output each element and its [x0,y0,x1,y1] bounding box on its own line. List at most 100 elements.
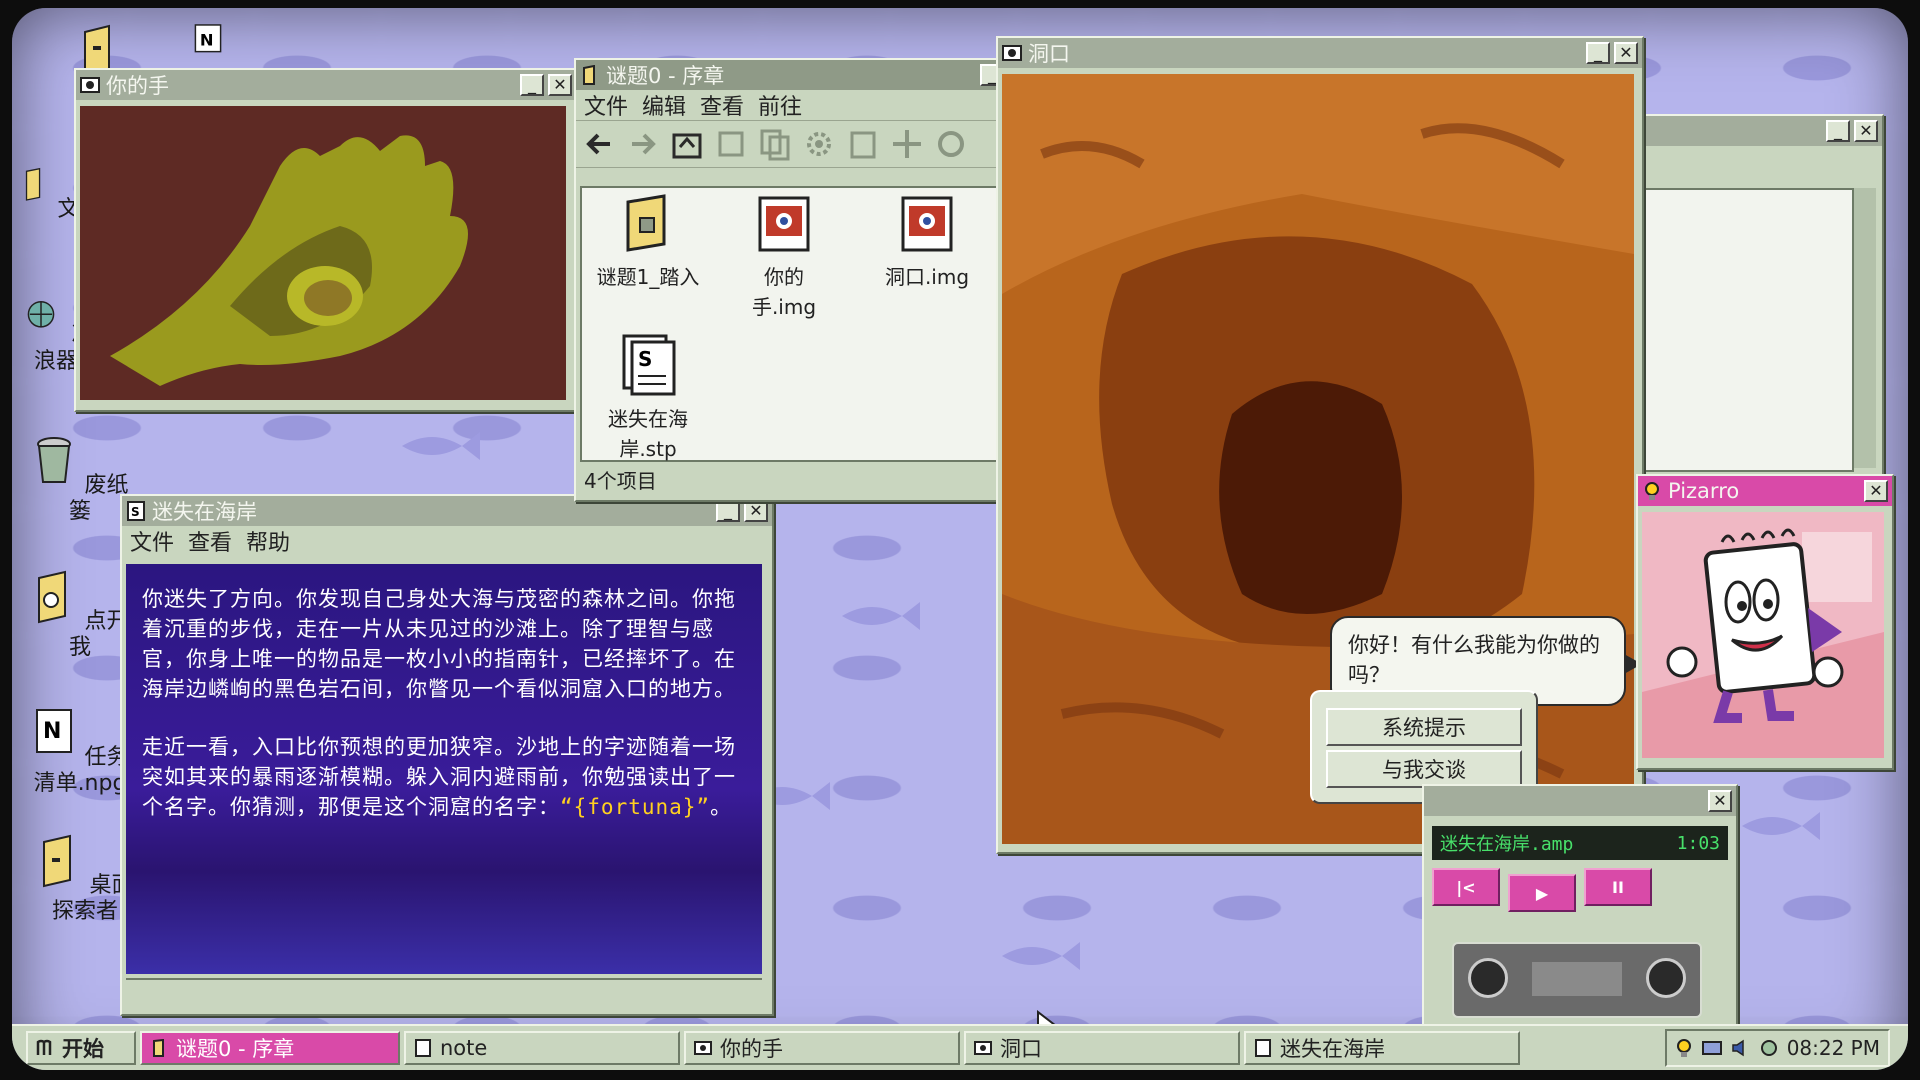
clock: 08:22 PM [1786,1036,1880,1060]
close-button[interactable]: ✕ [1708,790,1732,812]
menu-file[interactable]: 文件 [584,89,628,121]
eye-icon [974,1041,992,1055]
desktop-icon-task-list[interactable]: N 任务清单.npg [30,706,130,797]
eye-icon [1002,45,1022,61]
minimize-button[interactable]: _ [716,500,740,522]
document-icon [26,167,41,201]
task-note[interactable]: note [404,1031,680,1065]
story-file-icon: S [622,334,676,396]
close-button[interactable]: ✕ [548,74,572,96]
eye-icon [694,1041,712,1055]
desktop-icon-click-me[interactable]: 点开我 [30,570,130,661]
task-explorer[interactable]: 谜题0 - 序章 [140,1031,400,1065]
title-bar[interactable]: Pizarro ✕ [1638,476,1892,506]
file-item-story-stp[interactable]: S 迷失在海岸.stp [596,332,700,464]
taskbar: 开始 谜题0 - 序章 note 你的手 洞口 迷失在海岸 08:22 PM [12,1024,1908,1070]
toolbar [576,120,1036,168]
tape-window [1532,962,1622,996]
task-cave[interactable]: 洞口 [964,1031,1240,1065]
story-paragraph-2-end: 。 [710,795,733,819]
fish-wallpaper-icon [842,602,920,630]
lightbulb-icon[interactable] [1675,1038,1693,1058]
talk-to-me-button[interactable]: 与我交谈 [1326,750,1522,788]
blank-content [1644,188,1854,472]
item-count-status: 4个项目 [584,469,657,493]
scrollbar[interactable] [1854,188,1876,468]
hand-window[interactable]: 你的手 _ ✕ [74,68,578,412]
svg-text:N: N [200,31,214,50]
menu-help[interactable]: 帮助 [246,525,290,557]
file-item-hand-img[interactable]: 你的手.img [732,194,836,322]
task-hand[interactable]: 你的手 [684,1031,960,1065]
minimize-button[interactable]: _ [1826,120,1850,142]
track-time: 1:03 [1676,832,1720,854]
task-label: 你的手 [720,1037,783,1061]
tape-reel-left-icon [1468,958,1508,998]
file-item-cave-img[interactable]: 洞口.img [872,194,982,292]
volume-icon[interactable] [1731,1039,1751,1057]
previous-button[interactable]: |< [1432,868,1500,906]
menu-view[interactable]: 查看 [700,89,744,121]
svg-text:S: S [638,347,652,371]
image-file-icon [901,196,953,252]
desktop-icon-trash[interactable]: 废纸篓 [30,434,130,525]
title-bar[interactable]: _ ✕ [1636,116,1882,146]
task-story[interactable]: 迷失在海岸 [1244,1031,1520,1065]
cut-icon[interactable] [712,125,750,163]
blank-window[interactable]: _ ✕ [1634,114,1884,480]
gear-icon[interactable] [800,125,838,163]
title-bar[interactable]: 洞口 _ ✕ [998,38,1642,68]
move-icon[interactable] [888,125,926,163]
story-window[interactable]: S 迷失在海岸 _ ✕ 文件 查看 帮助 你迷失了方向。你发现自己身处大海与茂密… [120,494,774,1016]
start-button[interactable]: 开始 [26,1031,136,1065]
play-button[interactable]: ▶ [1508,874,1576,912]
explorer-window[interactable]: 谜题0 - 序章 _ ✕ 文件 编辑 查看 前往 谜题1_踏入 [574,58,1038,502]
file-name: 迷失在海岸.stp [608,407,688,461]
system-hint-button[interactable]: 系统提示 [1326,708,1522,746]
minimize-button[interactable]: _ [520,74,544,96]
menu-edit[interactable]: 编辑 [642,89,686,121]
window-title: 谜题0 - 序章 [606,64,725,88]
forward-arrow-icon[interactable] [624,125,662,163]
delete-icon[interactable] [844,125,882,163]
window-title: 你的手 [106,74,169,98]
close-button[interactable]: ✕ [1854,120,1878,142]
copy-icon[interactable] [756,125,794,163]
title-bar[interactable]: ✕ [1424,786,1736,816]
notepad-icon [415,1039,431,1057]
close-button[interactable]: ✕ [744,500,768,522]
folder-icon [43,834,72,888]
settings-icon[interactable] [1759,1038,1779,1058]
title-bar[interactable]: 谜题0 - 序章 _ ✕ [576,60,1036,90]
menu-go[interactable]: 前往 [758,89,802,121]
title-bar[interactable]: 你的手 _ ✕ [76,70,576,100]
notepad-icon: N [36,709,73,753]
desktop-icon-notepad[interactable]: N [158,22,258,73]
track-name: 迷失在海岸.amp [1440,834,1574,855]
menu-file[interactable]: 文件 [130,525,174,557]
media-player-window[interactable]: ✕ 迷失在海岸.amp 1:03 |< ▶ II [1422,784,1738,1036]
network-icon[interactable] [1701,1039,1723,1057]
task-label: 迷失在海岸 [1280,1037,1385,1061]
tape-reel-right-icon [1646,958,1686,998]
desktop-icon-document[interactable]: 文 [20,158,80,223]
highlight-name: “{fortuna}” [560,795,711,819]
back-arrow-icon[interactable] [580,125,618,163]
pause-button[interactable]: II [1584,868,1652,906]
fish-wallpaper-icon [1002,942,1080,970]
story-text-area: 你迷失了方向。你发现自己身处大海与茂密的森林之间。你拖着沉重的步伐，走在一片从未… [126,564,762,974]
file-item-puzzle1[interactable]: 谜题1_踏入 [596,194,700,292]
pizarro-window[interactable]: Pizarro ✕ [1636,474,1894,770]
pizarro-mascot-icon [1642,512,1884,758]
desktop: N 文 冲浪器 废纸篓 点开我 N 任务清单.npg 桌面探索者 _ ✕ [12,8,1908,1070]
up-folder-icon[interactable] [668,125,706,163]
minimize-button[interactable]: _ [1586,42,1610,64]
system-tray: 08:22 PM [1664,1029,1890,1067]
notepad-icon: N [194,24,222,53]
player-display: 迷失在海岸.amp 1:03 [1432,826,1728,860]
menu-view[interactable]: 查看 [188,525,232,557]
close-button[interactable]: ✕ [1614,42,1638,64]
close-button[interactable]: ✕ [1864,480,1888,502]
story-file-icon: S [127,501,145,521]
refresh-icon[interactable] [932,125,970,163]
